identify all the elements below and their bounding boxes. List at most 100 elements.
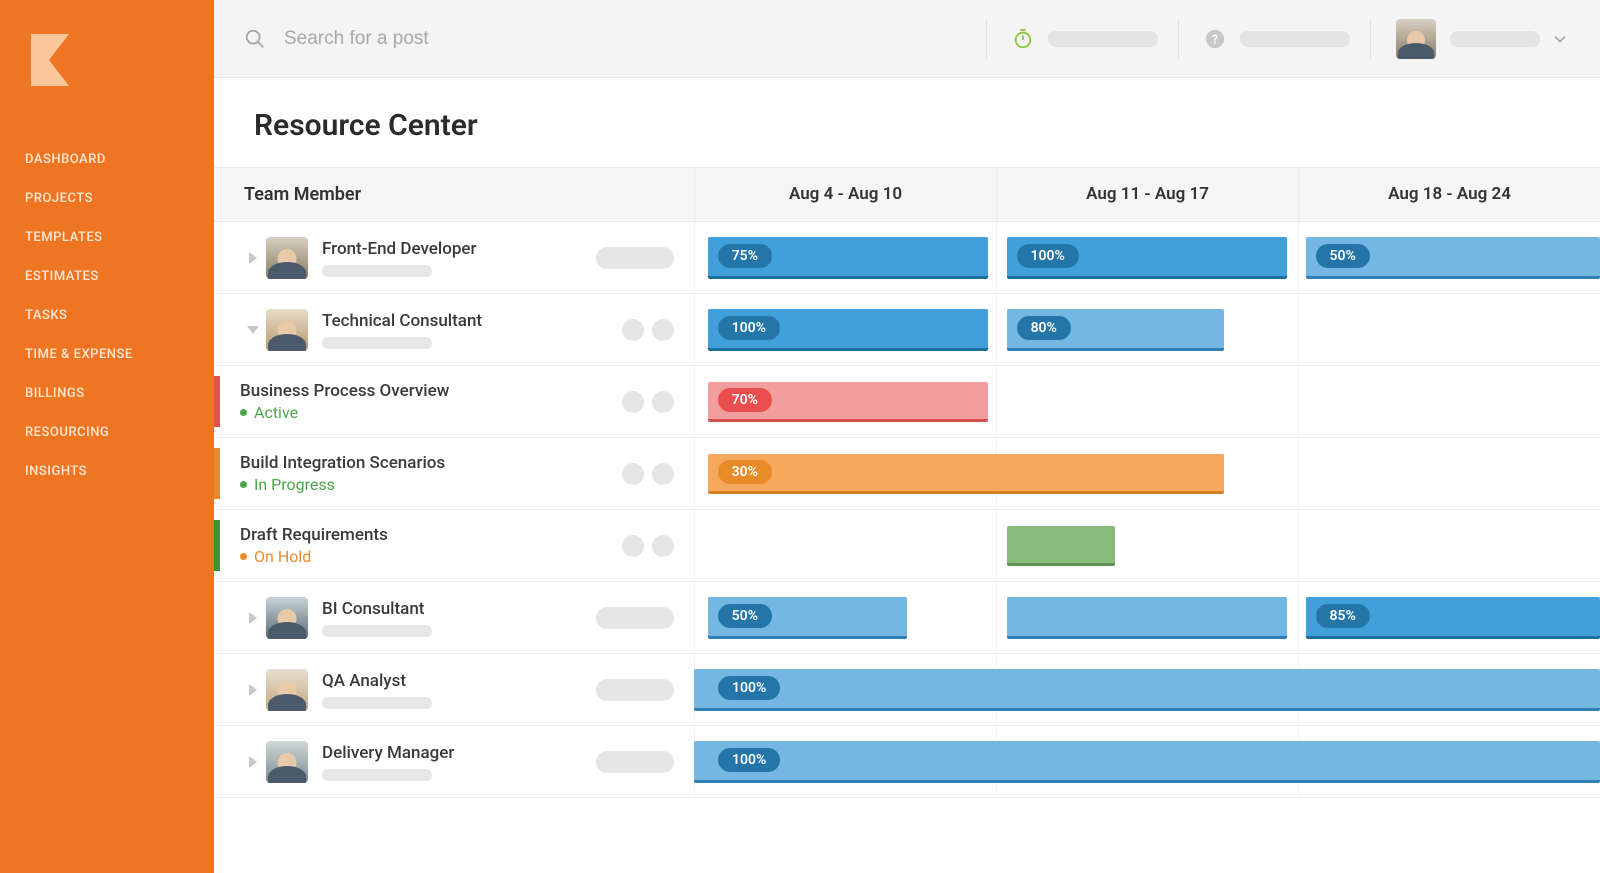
grid-row: Build Integration Scenarios In Progress … bbox=[214, 438, 1600, 510]
allocation-bar[interactable]: 85% bbox=[1306, 597, 1600, 639]
topbar: ? bbox=[214, 0, 1600, 78]
placeholder bbox=[1450, 31, 1540, 47]
row-title: Technical Consultant bbox=[322, 311, 622, 331]
grid-row: Business Process Overview Active 70% bbox=[214, 366, 1600, 438]
allocation-bar[interactable]: 70% bbox=[708, 382, 989, 422]
placeholder bbox=[596, 607, 674, 629]
grid-row: Technical Consultant 100% 80% bbox=[214, 294, 1600, 366]
search-input[interactable] bbox=[284, 28, 684, 50]
row-title: Business Process Overview bbox=[240, 381, 622, 401]
column-header-week-2[interactable]: Aug 18 - Aug 24 bbox=[1298, 168, 1600, 221]
avatar bbox=[266, 741, 308, 783]
grid-header: Team Member Aug 4 - Aug 10 Aug 11 - Aug … bbox=[214, 167, 1600, 222]
row-title: Delivery Manager bbox=[322, 743, 596, 763]
column-header-member[interactable]: Team Member bbox=[214, 168, 694, 221]
allocation-bar[interactable]: 100% bbox=[708, 309, 989, 351]
bar-label: 50% bbox=[1316, 244, 1370, 268]
column-header-week-0[interactable]: Aug 4 - Aug 10 bbox=[694, 168, 996, 221]
grid-row: Front-End Developer 75% 100% 50% bbox=[214, 222, 1600, 294]
row-title: BI Consultant bbox=[322, 599, 596, 619]
sidebar-item-templates[interactable]: TEMPLATES bbox=[0, 218, 214, 257]
bar-label: 100% bbox=[718, 676, 780, 700]
sidebar-item-tasks[interactable]: TASKS bbox=[0, 296, 214, 335]
placeholder bbox=[1240, 31, 1350, 47]
placeholder bbox=[596, 679, 674, 701]
expand-toggle[interactable] bbox=[240, 252, 266, 264]
allocation-bar[interactable]: 30% bbox=[708, 454, 1224, 494]
avatar bbox=[266, 237, 308, 279]
bar-label: 85% bbox=[1316, 604, 1370, 628]
placeholder bbox=[622, 463, 644, 485]
row-title: Front-End Developer bbox=[322, 239, 596, 259]
svg-text:?: ? bbox=[1212, 32, 1218, 47]
placeholder bbox=[322, 769, 432, 781]
task-stripe bbox=[214, 376, 220, 427]
row-title: Build Integration Scenarios bbox=[240, 453, 622, 473]
bar-label: 30% bbox=[718, 460, 772, 484]
expand-toggle[interactable] bbox=[240, 756, 266, 768]
topbar-help-group[interactable]: ? bbox=[1178, 19, 1350, 59]
sidebar-item-dashboard[interactable]: DASHBOARD bbox=[0, 140, 214, 179]
sidebar-item-insights[interactable]: INSIGHTS bbox=[0, 452, 214, 491]
bar-label: 100% bbox=[1017, 244, 1079, 268]
placeholder bbox=[322, 265, 432, 277]
placeholder bbox=[622, 535, 644, 557]
placeholder bbox=[322, 697, 432, 709]
placeholder bbox=[652, 391, 674, 413]
placeholder bbox=[652, 463, 674, 485]
sidebar-item-time-expense[interactable]: TIME & EXPENSE bbox=[0, 335, 214, 374]
placeholder bbox=[622, 319, 644, 341]
avatar bbox=[266, 597, 308, 639]
allocation-bar[interactable] bbox=[1007, 526, 1116, 566]
expand-toggle[interactable] bbox=[240, 326, 266, 334]
allocation-bar[interactable]: 100% bbox=[694, 741, 1600, 783]
page-title: Resource Center bbox=[214, 78, 1600, 167]
avatar bbox=[1396, 19, 1436, 59]
placeholder bbox=[622, 391, 644, 413]
sidebar-item-projects[interactable]: PROJECTS bbox=[0, 179, 214, 218]
grid-row: Draft Requirements On Hold bbox=[214, 510, 1600, 582]
status-dot bbox=[240, 553, 247, 560]
topbar-user-menu[interactable] bbox=[1370, 19, 1570, 59]
bar-label: 75% bbox=[718, 244, 772, 268]
placeholder bbox=[1048, 31, 1158, 47]
sidebar: DASHBOARD PROJECTS TEMPLATES ESTIMATES T… bbox=[0, 0, 214, 873]
placeholder bbox=[322, 337, 432, 349]
allocation-bar[interactable]: 75% bbox=[708, 237, 989, 279]
search-icon bbox=[244, 28, 266, 50]
bar-label: 50% bbox=[718, 604, 772, 628]
expand-toggle[interactable] bbox=[240, 612, 266, 624]
sidebar-item-resourcing[interactable]: RESOURCING bbox=[0, 413, 214, 452]
column-header-week-1[interactable]: Aug 11 - Aug 17 bbox=[996, 168, 1298, 221]
allocation-bar[interactable]: 100% bbox=[1007, 237, 1288, 279]
task-stripe bbox=[214, 520, 220, 571]
bar-label: 80% bbox=[1017, 316, 1071, 340]
chevron-down-icon bbox=[1550, 29, 1570, 49]
allocation-bar[interactable] bbox=[1007, 597, 1288, 639]
grid-row: BI Consultant 50% 85% bbox=[214, 582, 1600, 654]
grid-row: Delivery Manager 100% bbox=[214, 726, 1600, 798]
avatar bbox=[266, 309, 308, 351]
grid-row: QA Analyst 100% bbox=[214, 654, 1600, 726]
expand-toggle[interactable] bbox=[240, 684, 266, 696]
topbar-timer-group[interactable] bbox=[986, 19, 1158, 59]
status-dot bbox=[240, 481, 247, 488]
allocation-bar[interactable]: 100% bbox=[694, 669, 1600, 711]
help-icon: ? bbox=[1204, 28, 1226, 50]
sidebar-item-billings[interactable]: BILLINGS bbox=[0, 374, 214, 413]
timer-icon bbox=[1012, 28, 1034, 50]
avatar bbox=[266, 669, 308, 711]
bar-label: 100% bbox=[718, 316, 780, 340]
placeholder bbox=[322, 625, 432, 637]
allocation-bar[interactable]: 50% bbox=[1306, 237, 1600, 279]
bar-label: 100% bbox=[718, 748, 780, 772]
allocation-bar[interactable]: 50% bbox=[708, 597, 907, 639]
sidebar-item-estimates[interactable]: ESTIMATES bbox=[0, 257, 214, 296]
status-label: In Progress bbox=[254, 475, 335, 494]
status-dot bbox=[240, 409, 247, 416]
row-title: Draft Requirements bbox=[240, 525, 622, 545]
placeholder bbox=[596, 751, 674, 773]
resource-grid: Team Member Aug 4 - Aug 10 Aug 11 - Aug … bbox=[214, 167, 1600, 873]
allocation-bar[interactable]: 80% bbox=[1007, 309, 1224, 351]
brand-logo bbox=[25, 30, 85, 90]
